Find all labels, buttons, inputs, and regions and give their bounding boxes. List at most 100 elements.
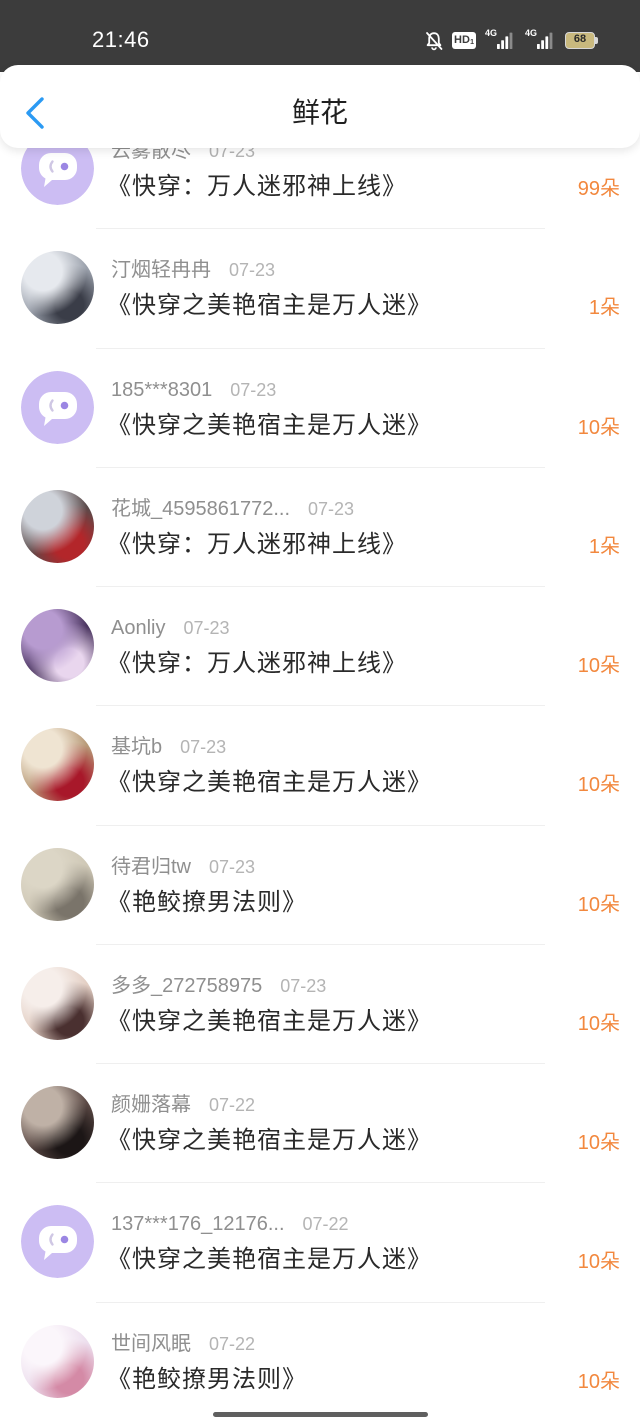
signal-icon: 4G: [525, 28, 555, 50]
signal-bar: [549, 32, 553, 49]
user-name: 颜姗落幕: [111, 1094, 191, 1116]
date: 07-23: [229, 260, 276, 281]
item-meta: 185***8301 07-23: [111, 378, 276, 402]
avatar[interactable]: [21, 1205, 94, 1279]
hd-sub: 1: [470, 39, 474, 46]
battery-level: 68: [573, 33, 587, 45]
book-title: 《快穿：万人迷邪神上线》: [107, 650, 407, 677]
flower-count: 10朵: [577, 1012, 620, 1035]
avatar[interactable]: [21, 251, 94, 325]
avatar[interactable]: [21, 1086, 94, 1159]
signal-bar: [505, 36, 509, 49]
user-name: 185***8301: [111, 378, 213, 401]
flower-count: 10朵: [577, 1132, 620, 1154]
default-avatar-icon: [21, 1205, 94, 1279]
avatar[interactable]: [21, 847, 94, 921]
signal-icon: 4G: [485, 28, 515, 50]
item-meta: Aonliy 07-23: [111, 616, 230, 640]
date: 07-23: [183, 618, 230, 638]
item-meta: 多多_272758975 07-23: [111, 974, 326, 998]
item-meta: 颜姗落幕 07-22: [111, 1093, 255, 1117]
status-bar: 21:46 HD 1 4G 4G 68: [0, 0, 640, 72]
item-meta: 汀烟轻冉冉 07-23: [111, 258, 275, 282]
user-name: 基坑b: [111, 736, 163, 759]
item-meta: 待君归tw 07-23: [111, 855, 255, 879]
book-title: 《快穿之美艳宿主是万人迷》: [107, 1007, 432, 1035]
signal-bar: [497, 44, 500, 49]
signal-bar: [537, 44, 540, 49]
signal-bar: [501, 40, 504, 49]
avatar[interactable]: [21, 609, 94, 682]
flower-count: 1朵: [588, 297, 620, 320]
user-name: 137***176_12176...: [111, 1213, 285, 1236]
battery-cap: [595, 37, 598, 44]
signal-bar: [545, 36, 549, 49]
date: 07-23: [180, 737, 227, 758]
book-title: 《快穿之美艳宿主是万人迷》: [107, 1246, 432, 1274]
book-title: 《快穿之美艳宿主是万人迷》: [107, 769, 432, 797]
date: 07-23: [230, 379, 277, 400]
flower-count: 10朵: [577, 655, 620, 677]
avatar[interactable]: [21, 489, 94, 563]
hd-label: HD: [454, 34, 470, 46]
avatar[interactable]: [21, 966, 94, 1040]
page-title: 鲜花: [291, 97, 348, 128]
book-title: 《艳鲛撩男法则》: [107, 1365, 307, 1393]
book-title: 《艳鲛撩男法则》: [107, 888, 307, 916]
avatar[interactable]: [21, 1324, 94, 1398]
flower-count: 10朵: [577, 1251, 620, 1274]
user-name: 多多_272758975: [111, 974, 263, 997]
clock-time: 21:46: [92, 27, 150, 52]
flower-record-list[interactable]: 云雾散尽 07-23 《快穿：万人迷邪神上线》 99朵 汀烟轻冉冉 07-23 …: [0, 110, 640, 1422]
date: 07-22: [209, 1333, 256, 1354]
top-header: 鲜花: [0, 65, 640, 148]
signal-bars: [497, 32, 513, 49]
flower-count: 10朵: [577, 416, 620, 439]
flower-count: 10朵: [577, 1370, 620, 1393]
avatar[interactable]: [21, 728, 94, 802]
network-type-label: 4G: [525, 28, 538, 38]
date: 07-23: [209, 856, 256, 877]
item-meta: 137***176_12176... 07-22: [111, 1212, 349, 1236]
date: 07-23: [280, 975, 327, 996]
battery-icon: 68: [565, 32, 599, 49]
user-name: 待君归tw: [111, 855, 191, 878]
hd-icon: HD 1: [452, 32, 476, 49]
list-item[interactable]: 世间风眠 07-22 《艳鲛撩男法则》 10朵: [0, 1303, 640, 1422]
list-item[interactable]: 颜姗落幕 07-22 《快穿之美艳宿主是万人迷》 10朵: [0, 1064, 640, 1184]
list-item[interactable]: 多多_272758975 07-23 《快穿之美艳宿主是万人迷》 10朵: [0, 945, 640, 1064]
flower-count: 10朵: [577, 893, 620, 916]
user-name: 世间风眠: [111, 1332, 191, 1355]
item-meta: 世间风眠 07-22: [111, 1332, 255, 1356]
user-name: Aonliy: [111, 617, 166, 639]
home-indicator[interactable]: [213, 1412, 428, 1417]
user-name: 花城_4595861772...: [111, 497, 291, 520]
flower-count: 1朵: [588, 535, 620, 558]
flower-count: 10朵: [577, 774, 620, 797]
date: 07-22: [302, 1214, 349, 1235]
default-avatar-icon: [21, 370, 94, 444]
signal-bars: [537, 32, 553, 49]
book-title: 《快穿之美艳宿主是万人迷》: [107, 292, 432, 320]
list-item[interactable]: 185***8301 07-23 《快穿之美艳宿主是万人迷》 10朵: [0, 349, 640, 468]
list-item[interactable]: 待君归tw 07-23 《艳鲛撩男法则》 10朵: [0, 826, 640, 945]
list-item[interactable]: Aonliy 07-23 《快穿：万人迷邪神上线》 10朵: [0, 587, 640, 707]
user-name: 汀烟轻冉冉: [111, 259, 211, 282]
book-title: 《快穿之美艳宿主是万人迷》: [107, 1127, 432, 1154]
book-title: 《快穿之美艳宿主是万人迷》: [107, 411, 432, 439]
item-meta: 基坑b 07-23: [111, 735, 226, 759]
signal-bar: [509, 32, 513, 49]
network-type-label: 4G: [485, 28, 498, 38]
date: 07-22: [209, 1095, 256, 1115]
bell-off-icon: [425, 31, 443, 51]
item-meta: 花城_4595861772... 07-23: [111, 497, 354, 521]
list-item[interactable]: 基坑b 07-23 《快穿之美艳宿主是万人迷》 10朵: [0, 706, 640, 826]
list-item[interactable]: 汀烟轻冉冉 07-23 《快穿之美艳宿主是万人迷》 1朵: [0, 229, 640, 349]
list-item[interactable]: 137***176_12176... 07-22 《快穿之美艳宿主是万人迷》 1…: [0, 1183, 640, 1303]
flower-count: 99朵: [577, 178, 620, 200]
list-item[interactable]: 花城_4595861772... 07-23 《快穿：万人迷邪神上线》 1朵: [0, 468, 640, 587]
avatar[interactable]: [21, 370, 94, 444]
signal-bar: [541, 40, 544, 49]
book-title: 《快穿：万人迷邪神上线》: [107, 173, 407, 200]
book-title: 《快穿：万人迷邪神上线》: [107, 530, 407, 558]
